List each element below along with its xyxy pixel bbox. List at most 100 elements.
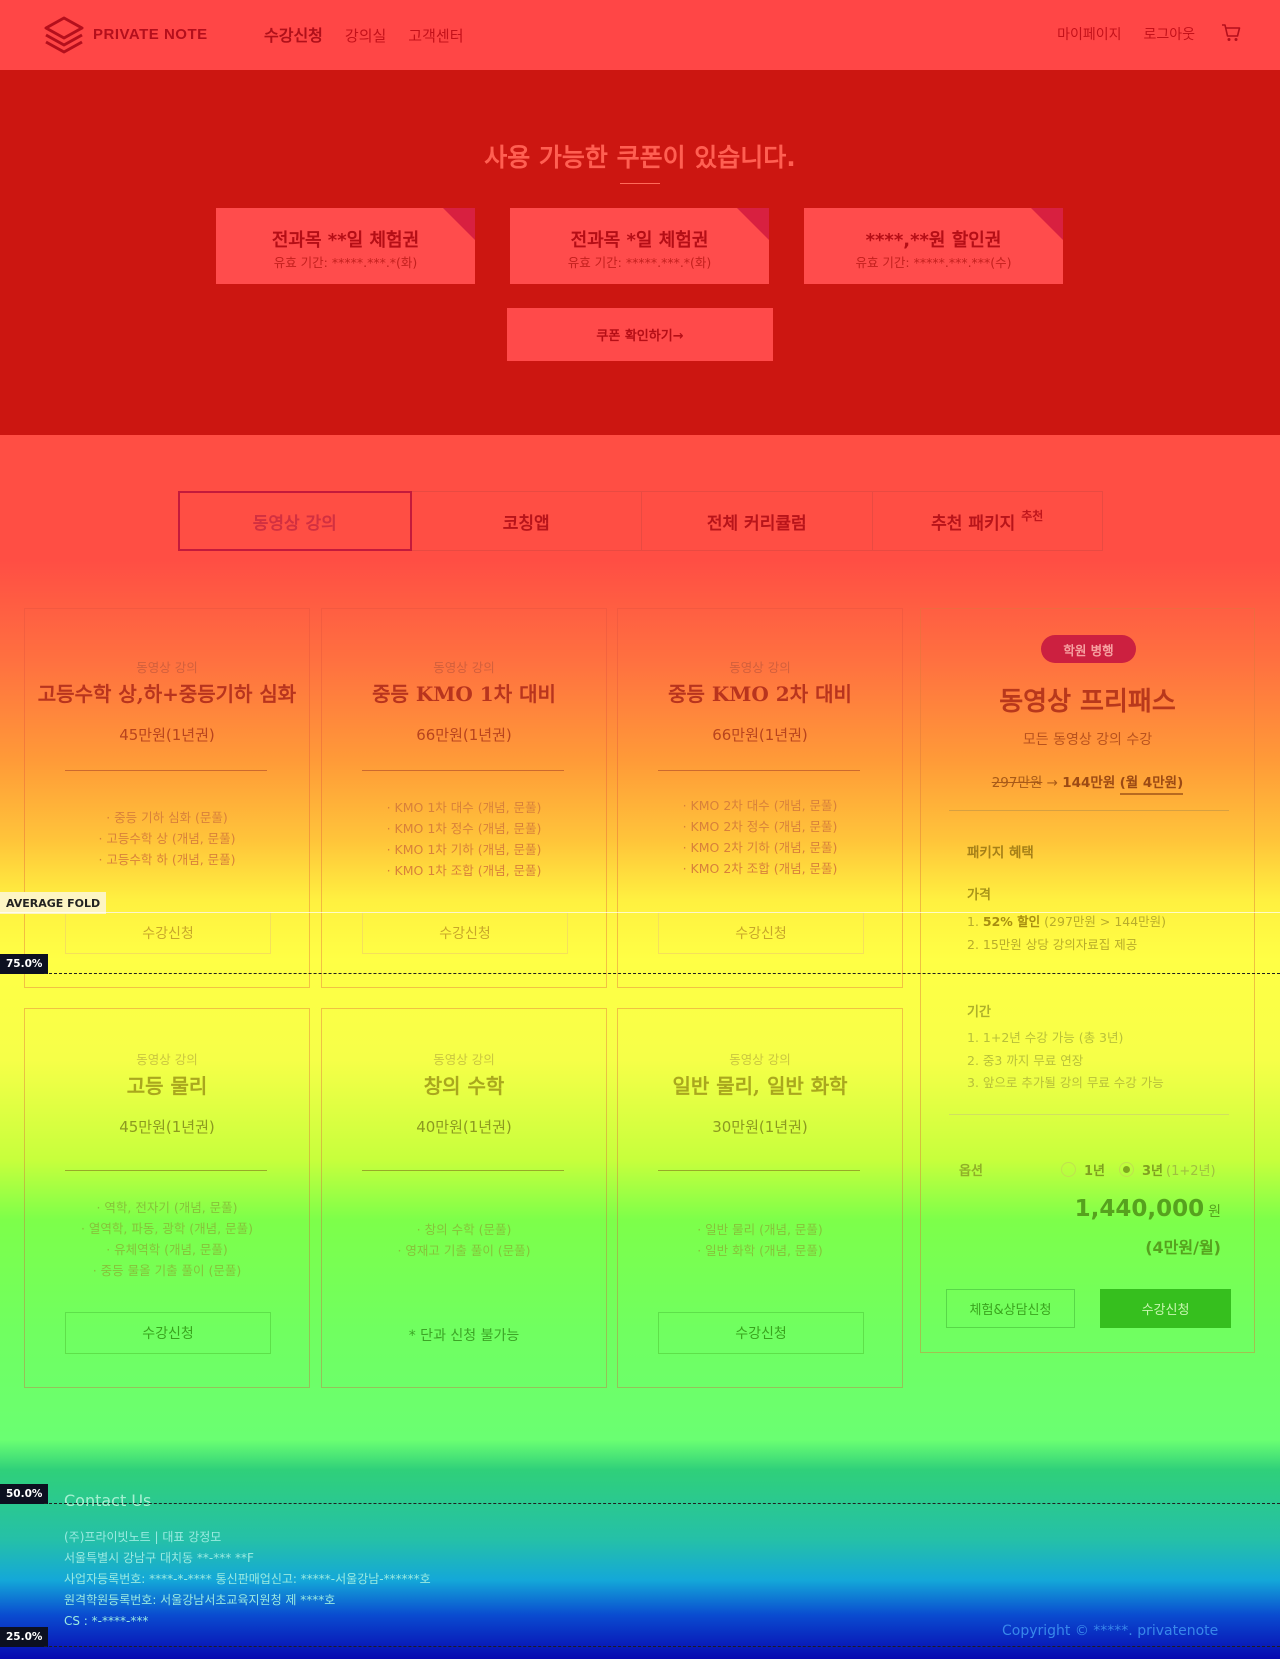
- list-item: · KMO 1차 정수 (개념, 문풀): [386, 821, 542, 836]
- radio-button[interactable]: [1119, 1162, 1134, 1177]
- trial-consult-button[interactable]: 체험&상담신청: [946, 1289, 1075, 1328]
- tab-video-lectures[interactable]: 동영상 강의: [178, 491, 412, 551]
- list-item: 3. 앞으로 추가될 강의 무료 수강 가능: [967, 1075, 1164, 1090]
- scroll-depth-line: [44, 1503, 1280, 1504]
- list-item: · 고등수학 하 (개념, 문풀): [98, 852, 236, 867]
- cart-icon[interactable]: [1221, 24, 1241, 42]
- recommend-tag: 추천: [1021, 508, 1044, 523]
- benefits-title: 패키지 혜택: [967, 845, 1034, 861]
- coupon-name: 전과목 **일 체험권: [271, 230, 420, 251]
- divider: [362, 770, 564, 771]
- course-category: 동영상 강의: [729, 660, 791, 675]
- old-price: 297만원: [991, 775, 1043, 791]
- list-item: · 창의 수학 (문풀): [416, 1222, 512, 1237]
- option-text: 1년: [1084, 1164, 1106, 1179]
- course-category: 동영상 강의: [433, 660, 495, 675]
- course-card: 동영상 강의 창의 수학 40만원(1년권) · 창의 수학 (문풀) · 영재…: [321, 1008, 607, 1388]
- course-card: 동영상 강의 중등 KMO 1차 대비 66만원(1년권) · KMO 1차 대…: [321, 608, 607, 988]
- option-3year[interactable]: 3년 (1+2년): [1119, 1160, 1216, 1179]
- scroll-depth-marker: 50.0%: [0, 1484, 49, 1504]
- course-name: 고등수학 상,하+중등기하 심화: [37, 682, 297, 706]
- price-benefits: 1. 52% 할인 (297만원 > 144만원) 2. 15만원 상당 강의자…: [967, 911, 1166, 956]
- divider: [362, 1170, 564, 1171]
- monthly-price: (월 4만원): [1119, 775, 1184, 795]
- contact-title: Contact Us: [64, 1491, 152, 1510]
- enroll-button[interactable]: 수강신청: [65, 912, 271, 954]
- list-item: 2. 중3 까지 무료 연장: [967, 1052, 1084, 1068]
- list-item: 1. 1+2년 수강 가능 (총 3년): [967, 1030, 1124, 1045]
- coupon-card[interactable]: 전과목 *일 체험권 유효 기간: *****.***.*(화): [510, 208, 769, 284]
- info-line: 원격학원등록번호: 서울강남서초교육지원청 제 ****호: [64, 1593, 336, 1607]
- course-card: 동영상 강의 일반 물리, 일반 화학 30만원(1년권) · 일반 물리 (개…: [617, 1008, 903, 1388]
- list-item: · 중등 기하 심화 (문풀): [106, 810, 228, 825]
- tab-label: 추천 패키지: [931, 513, 1016, 534]
- course-items: · 역학, 전자기 (개념, 문풀) · 열역학, 파동, 광학 (개념, 문풀…: [25, 1197, 309, 1281]
- course-name: 중등 KMO 2차 대비: [668, 682, 852, 706]
- option-1year[interactable]: 1년: [1061, 1160, 1105, 1179]
- scroll-depth-line: [44, 1646, 1280, 1647]
- radio-button[interactable]: [1061, 1162, 1076, 1177]
- scroll-depth-marker: 25.0%: [0, 1627, 49, 1647]
- main-nav: 수강신청 강의실 고객센터: [264, 22, 486, 46]
- course-price: 45만원(1년권): [119, 1118, 215, 1136]
- discount-highlight: 52% 할인: [982, 914, 1041, 929]
- divider: [658, 1170, 860, 1171]
- currency-unit: 원: [1208, 1204, 1221, 1220]
- course-card: 동영상 강의 중등 KMO 2차 대비 66만원(1년권) · KMO 2차 대…: [617, 608, 903, 988]
- list-item: · 고등수학 상 (개념, 문풀): [98, 831, 236, 846]
- footer: Contact Us (주)프라이빗노트 | 대표 강정모 서울특별시 강남구 …: [0, 1459, 1280, 1659]
- list-item: 1. 52% 할인 (297만원 > 144만원): [967, 911, 1166, 934]
- check-coupon-button[interactable]: 쿠폰 확인하기→: [507, 308, 773, 361]
- divider: [949, 810, 1229, 811]
- nav-classroom[interactable]: 강의실: [345, 25, 386, 46]
- coupon-title: 사용 가능한 쿠폰이 있습니다.: [484, 143, 796, 172]
- enroll-button[interactable]: 수강신청: [65, 1312, 271, 1354]
- option-text: 3년: [1142, 1164, 1164, 1179]
- scroll-depth-line: [44, 973, 1280, 974]
- list-item: · 영재고 기출 풀이 (문풀): [397, 1243, 531, 1258]
- list-item: · 중등 물올 기출 풀이 (문풀): [92, 1263, 242, 1278]
- course-tabs: 동영상 강의 코칭앱 전체 커리큘럼 추천 패키지 추천: [178, 491, 1103, 551]
- nav-support[interactable]: 고객센터: [408, 25, 463, 46]
- top-header: PRIVATE NOTE 수강신청 강의실 고객센터 마이페이지 로그아웃: [0, 0, 1280, 70]
- divider: [65, 770, 267, 771]
- freepass-package-card: 학원 병행 동영상 프리패스 모든 동영상 강의 수강 297만원 → 144만…: [920, 608, 1255, 1353]
- course-price: 66만원(1년권): [712, 726, 808, 744]
- academy-badge: 학원 병행: [1041, 635, 1136, 663]
- list-item: · KMO 2차 조합 (개념, 문풀): [682, 861, 838, 876]
- nav-mypage[interactable]: 마이페이지: [1057, 24, 1121, 44]
- list-item: · KMO 1차 대수 (개념, 문풀): [386, 800, 542, 815]
- package-title: 동영상 프리패스: [999, 687, 1176, 717]
- info-line: 서울특별시 강남구 대치동 **-*** **F: [64, 1551, 254, 1565]
- divider: [65, 1170, 267, 1171]
- tab-recommended-package[interactable]: 추천 패키지 추천: [873, 492, 1103, 550]
- course-items: · 중등 기하 심화 (문풀) · 고등수학 상 (개념, 문풀) · 고등수학…: [25, 807, 309, 870]
- course-name: 일반 물리, 일반 화학: [672, 1074, 848, 1098]
- tab-coaching-app[interactable]: 코칭앱: [412, 492, 642, 550]
- coupon-card[interactable]: 전과목 **일 체험권 유효 기간: *****.***.*(화): [216, 208, 475, 284]
- coupon-name: ****,**원 할인권: [865, 230, 1002, 251]
- company-info: (주)프라이빗노트 | 대표 강정모 서울특별시 강남구 대치동 **-*** …: [64, 1527, 431, 1632]
- average-fold-line: [0, 912, 1280, 913]
- option-label: 옵션: [959, 1164, 983, 1179]
- course-name: 중등 KMO 1차 대비: [372, 682, 556, 706]
- logo-icon[interactable]: [44, 16, 84, 54]
- enroll-button[interactable]: 수강신청: [658, 1312, 864, 1354]
- brand-name[interactable]: PRIVATE NOTE: [93, 26, 208, 43]
- period-benefits: 1. 1+2년 수강 가능 (총 3년) 2. 중3 까지 무료 연장 3. 앞…: [967, 1027, 1164, 1095]
- course-category: 동영상 강의: [729, 1052, 791, 1067]
- coupon-card[interactable]: ****,**원 할인권 유효 기간: *****.***.***(수): [804, 208, 1063, 284]
- user-menu: 마이페이지 로그아웃: [1035, 24, 1195, 44]
- course-card: 동영상 강의 고등 물리 45만원(1년권) · 역학, 전자기 (개념, 문풀…: [24, 1008, 310, 1388]
- nav-enroll[interactable]: 수강신청: [264, 22, 323, 46]
- course-price: 66만원(1년권): [416, 726, 512, 744]
- package-enroll-button[interactable]: 수강신청: [1100, 1289, 1231, 1328]
- nav-logout[interactable]: 로그아웃: [1143, 24, 1195, 44]
- list-item: 2. 15만원 상당 강의자료집 제공: [967, 934, 1166, 957]
- tab-full-curriculum[interactable]: 전체 커리큘럼: [642, 492, 873, 550]
- enroll-button[interactable]: 수강신청: [658, 912, 864, 954]
- course-name: 고등 물리: [126, 1074, 208, 1098]
- unavailable-note: * 단과 신청 불가능: [408, 1328, 520, 1344]
- course-price: 40만원(1년권): [416, 1118, 512, 1136]
- enroll-button[interactable]: 수강신청: [362, 912, 568, 954]
